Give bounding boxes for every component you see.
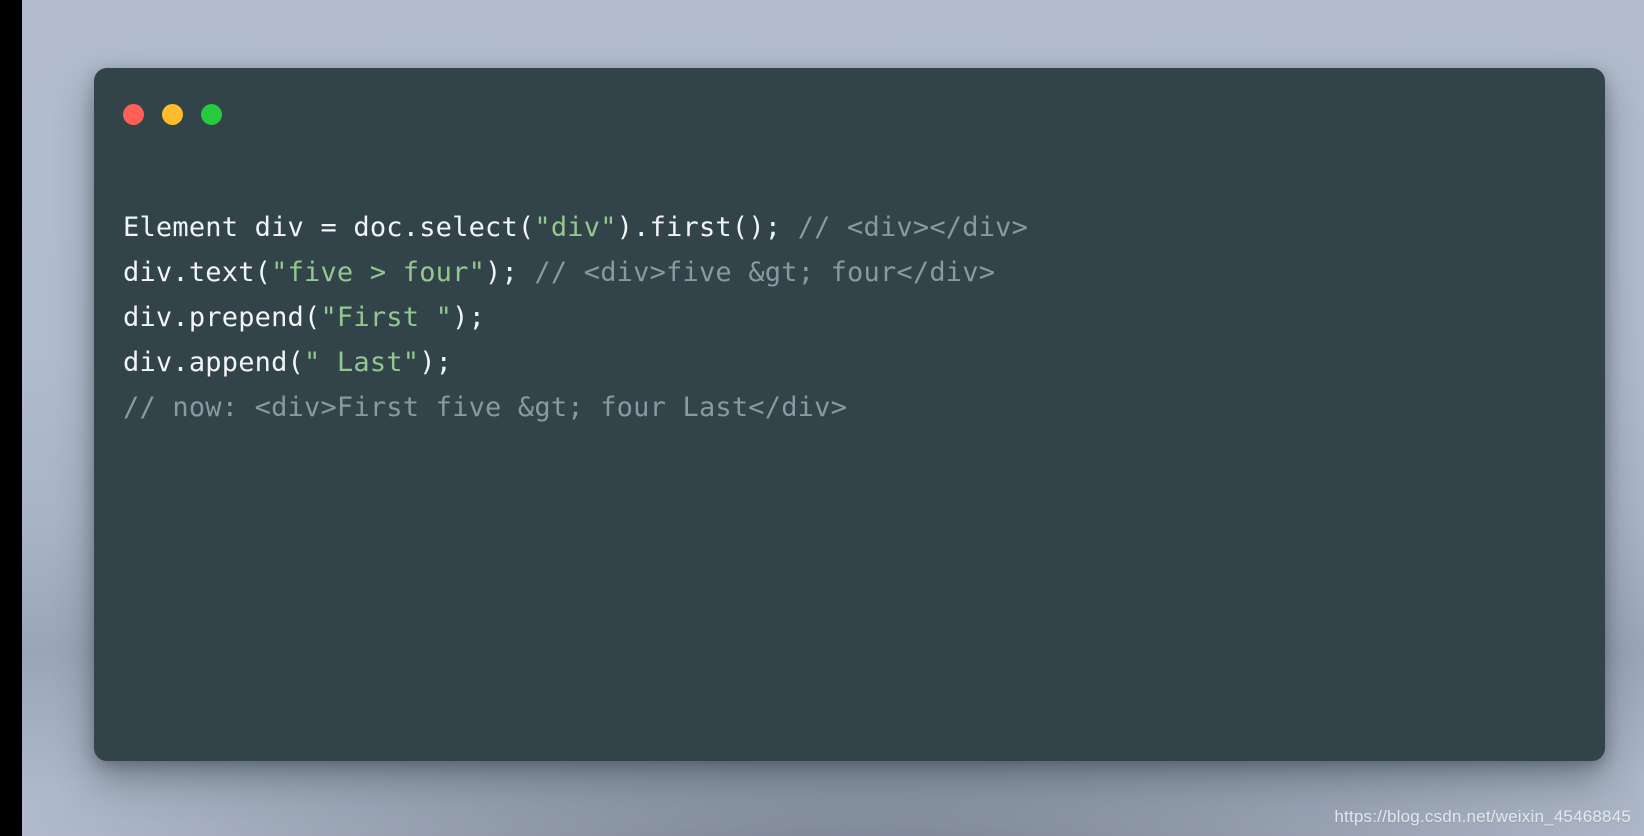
- watermark-url: https://blog.csdn.net/weixin_45468845: [1334, 807, 1631, 826]
- code-token-comment: // <div>five &gt; four</div>: [534, 257, 996, 288]
- code-token-string: "First ": [320, 302, 453, 333]
- code-line: div.append(" Last");: [123, 340, 1585, 385]
- code-line: div.prepend("First ");: [123, 295, 1585, 340]
- left-gutter: [0, 0, 22, 836]
- minimize-icon[interactable]: [162, 104, 183, 125]
- code-token-plain: );: [452, 302, 486, 333]
- screenshot-canvas: Element div = doc.select("div").first();…: [0, 0, 1644, 836]
- code-token-plain: );: [419, 347, 453, 378]
- code-token-comment: // now: <div>First five &gt; four Last</…: [123, 392, 848, 423]
- code-token-string: "five > four": [271, 257, 486, 288]
- code-snippet-window: Element div = doc.select("div").first();…: [94, 68, 1605, 761]
- code-token-string: "div": [534, 212, 617, 243]
- code-line: // now: <div>First five &gt; four Last</…: [123, 385, 1585, 430]
- maximize-icon[interactable]: [201, 104, 222, 125]
- code-token-string: " Last": [304, 347, 420, 378]
- code-block[interactable]: Element div = doc.select("div").first();…: [123, 205, 1585, 430]
- code-token-comment: // <div></div>: [797, 212, 1029, 243]
- code-token-plain: div.prepend(: [123, 302, 321, 333]
- code-token-plain: Element div = doc.select(: [123, 212, 535, 243]
- code-line: Element div = doc.select("div").first();…: [123, 205, 1585, 250]
- close-icon[interactable]: [123, 104, 144, 125]
- code-token-plain: div.append(: [123, 347, 305, 378]
- code-token-plain: );: [485, 257, 535, 288]
- code-line: div.text("five > four"); // <div>five &g…: [123, 250, 1585, 295]
- code-token-plain: ).first();: [616, 212, 798, 243]
- code-token-plain: div.text(: [123, 257, 272, 288]
- window-titlebar: [123, 104, 222, 125]
